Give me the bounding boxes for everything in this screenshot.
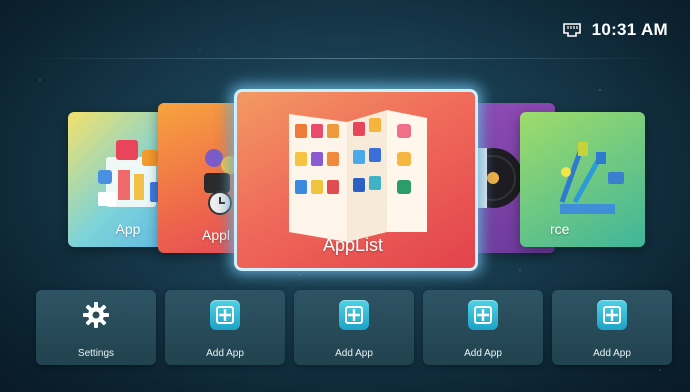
add-app-icon (468, 300, 498, 330)
status-bar: 10:31 AM (562, 20, 668, 40)
tile-label: Add App (206, 348, 244, 359)
tile-label: Add App (335, 348, 373, 359)
card-label: AppList (323, 235, 384, 255)
add-app-icon (339, 300, 369, 330)
tile-label: Add App (593, 348, 631, 359)
card-label: rce (550, 221, 570, 237)
clock: 10:31 AM (591, 20, 668, 39)
add-app-tile-4[interactable]: Add App (552, 290, 672, 365)
gear-icon (81, 300, 111, 335)
add-app-tile-3[interactable]: Add App (423, 290, 543, 365)
add-app-tile-2[interactable]: Add App (294, 290, 414, 365)
carousel-card-applist[interactable]: AppList (234, 89, 478, 271)
carousel-card-source[interactable]: rce (520, 112, 645, 247)
add-app-icon (597, 300, 627, 330)
tile-label: Add App (464, 348, 502, 359)
add-app-tile-1[interactable]: Add App (165, 290, 285, 365)
settings-tile[interactable]: Settings (36, 290, 156, 365)
add-app-icon (210, 300, 240, 330)
tile-label: Settings (77, 348, 115, 359)
header-divider (20, 58, 670, 59)
source-cables-icon (559, 142, 624, 214)
ethernet-icon (562, 22, 582, 38)
